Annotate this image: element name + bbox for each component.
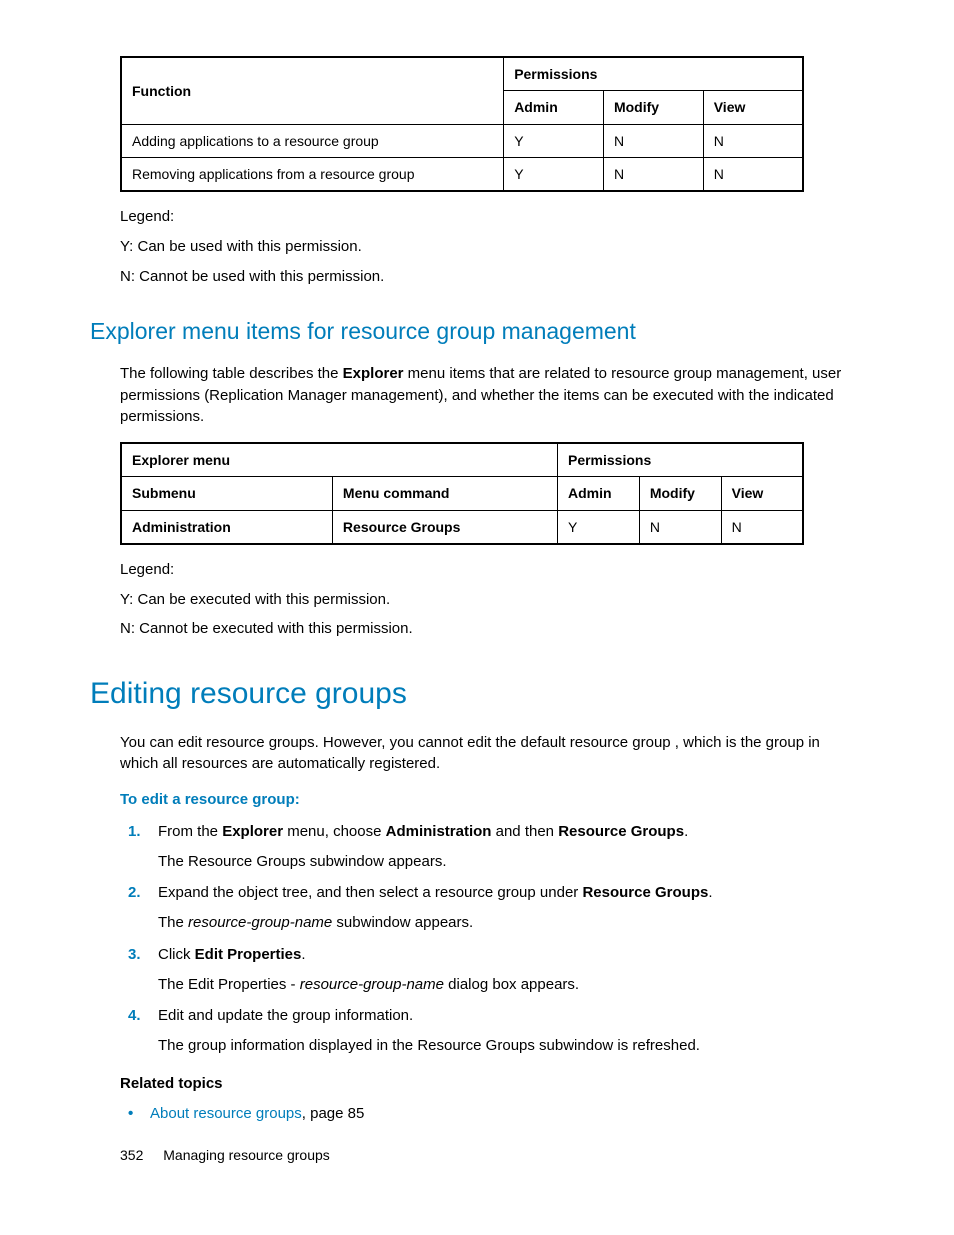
text: The following table describes the: [120, 365, 343, 382]
text: Click: [158, 946, 195, 963]
text: and then: [491, 823, 558, 840]
step-result: The Resource Groups subwindow appears.: [158, 851, 856, 873]
th-permissions: Permissions: [557, 443, 803, 477]
cell-modify: N: [603, 157, 703, 191]
related-link[interactable]: About resource groups: [150, 1105, 302, 1122]
cell-submenu: Administration: [121, 510, 332, 544]
legend-y: Y: Can be executed with this permission.: [120, 589, 856, 611]
section1-intro: The following table describes the Explor…: [120, 363, 856, 428]
section-heading-explorer: Explorer menu items for resource group m…: [90, 315, 856, 348]
text-italic: resource-group-name: [300, 976, 444, 993]
th-submenu: Submenu: [121, 477, 332, 510]
th-modify: Modify: [603, 91, 703, 124]
text: dialog box appears.: [444, 976, 579, 993]
step-text: From the Explorer menu, choose Administr…: [158, 823, 688, 840]
text-bold: Resource Groups: [582, 884, 708, 901]
cell-view: N: [703, 157, 803, 191]
th-permissions: Permissions: [504, 57, 803, 91]
text-bold: Explorer: [222, 823, 283, 840]
text: subwindow appears.: [332, 914, 473, 931]
table-row: Adding applications to a resource group …: [121, 124, 803, 157]
cell-admin: Y: [557, 510, 639, 544]
procedure-step: Click Edit Properties.The Edit Propertie…: [128, 944, 856, 996]
text-italic: resource-group-name: [188, 914, 332, 931]
th-function: Function: [121, 57, 504, 124]
procedure-step: Edit and update the group information. Th…: [128, 1005, 856, 1057]
legend-y: Y: Can be used with this permission.: [120, 236, 856, 258]
page-footer: 352 Managing resource groups: [120, 1145, 330, 1165]
th-view: View: [703, 91, 803, 124]
step-result: The group information displayed in the R…: [158, 1035, 856, 1057]
cell-view: N: [703, 124, 803, 157]
text: The: [158, 914, 188, 931]
permissions-table-1: Function Permissions Admin Modify View A…: [120, 56, 804, 192]
section-heading-editing: Editing resource groups: [90, 672, 856, 716]
related-topics-list: About resource groups, page 85: [128, 1103, 856, 1125]
cell-function: Adding applications to a resource group: [121, 124, 504, 157]
th-view: View: [721, 477, 803, 510]
table-row: Administration Resource Groups Y N N: [121, 510, 803, 544]
legend-title: Legend:: [120, 206, 856, 228]
text-bold: Administration: [386, 823, 492, 840]
procedure-step: From the Explorer menu, choose Administr…: [128, 821, 856, 873]
th-admin: Admin: [504, 91, 604, 124]
text: The Edit Properties -: [158, 976, 300, 993]
table-row: Removing applications from a resource gr…: [121, 157, 803, 191]
cell-function: Removing applications from a resource gr…: [121, 157, 504, 191]
text: .: [301, 946, 305, 963]
step-result: The Edit Properties - resource-group-nam…: [158, 974, 856, 996]
th-menucmd: Menu command: [332, 477, 557, 510]
legend-n: N: Cannot be used with this permission.: [120, 266, 856, 288]
cell-modify: N: [603, 124, 703, 157]
permissions-table-2: Explorer menu Permissions Submenu Menu c…: [120, 442, 804, 545]
procedure-steps: From the Explorer menu, choose Administr…: [128, 821, 856, 1057]
step-text: Click Edit Properties.: [158, 946, 306, 963]
step-text: Edit and update the group information.: [158, 1007, 413, 1024]
procedure-heading: To edit a resource group:: [120, 789, 856, 811]
text-bold: Resource Groups: [558, 823, 684, 840]
th-modify: Modify: [639, 477, 721, 510]
related-topics-label: Related topics: [120, 1073, 856, 1095]
legend-n: N: Cannot be executed with this permissi…: [120, 618, 856, 640]
footer-title: Managing resource groups: [163, 1147, 330, 1163]
page-number: 352: [120, 1147, 143, 1163]
text: The group information displayed in the R…: [158, 1037, 700, 1054]
text-bold: Edit Properties: [195, 946, 302, 963]
text: The Resource Groups subwindow appears.: [158, 853, 447, 870]
text: From the: [158, 823, 222, 840]
section2-intro: You can edit resource groups. However, y…: [120, 732, 856, 776]
cell-view: N: [721, 510, 803, 544]
th-admin: Admin: [557, 477, 639, 510]
related-suffix: , page 85: [302, 1105, 365, 1122]
text: .: [684, 823, 688, 840]
text: menu, choose: [283, 823, 386, 840]
text: .: [708, 884, 712, 901]
cell-admin: Y: [504, 157, 604, 191]
cell-menucmd: Resource Groups: [332, 510, 557, 544]
list-item: About resource groups, page 85: [128, 1103, 856, 1125]
text: Expand the object tree, and then select …: [158, 884, 582, 901]
procedure-step: Expand the object tree, and then select …: [128, 882, 856, 934]
cell-admin: Y: [504, 124, 604, 157]
text-bold: Explorer: [343, 365, 404, 382]
th-explorer-menu: Explorer menu: [121, 443, 557, 477]
text: Edit and update the group information.: [158, 1007, 413, 1024]
step-text: Expand the object tree, and then select …: [158, 884, 713, 901]
cell-modify: N: [639, 510, 721, 544]
legend-title: Legend:: [120, 559, 856, 581]
step-result: The resource-group-name subwindow appear…: [158, 912, 856, 934]
